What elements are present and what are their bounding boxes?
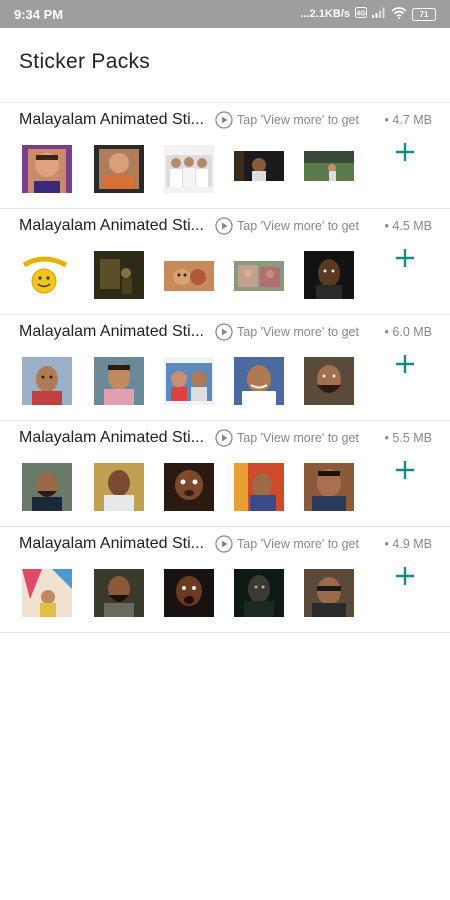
pack-size: • 4.5 MB [384,219,432,233]
pack-hint: Tap 'View more' to get [237,219,359,233]
plus-icon [396,249,414,267]
wifi-icon [391,6,407,22]
sticker-thumbnail[interactable] [234,261,284,291]
plus-icon [396,355,414,373]
sticker-thumbnail[interactable] [234,463,284,511]
sticker-thumbnail[interactable] [164,569,214,617]
plus-icon [396,461,414,479]
status-icons: ...2.1KB/s 4G 71 [300,6,436,22]
sticker-thumbnail[interactable] [22,463,72,511]
add-pack-button[interactable] [392,139,418,165]
add-pack-button[interactable] [392,457,418,483]
sticker-pack-row[interactable]: Malayalam Animated Sti... Tap 'View more… [0,209,450,315]
pack-hint: Tap 'View more' to get [237,325,359,339]
plus-icon [396,143,414,161]
play-circle-icon [215,323,233,341]
play-circle-icon [215,429,233,447]
sticker-thumbnail[interactable] [304,463,354,511]
sticker-pack-row[interactable]: Malayalam Animated Sti... Tap 'View more… [0,421,450,527]
sticker-thumbnail[interactable] [94,251,144,299]
sticker-thumbnail[interactable] [164,357,214,405]
pack-hint: Tap 'View more' to get [237,431,359,445]
network-speed: ...2.1KB/s [300,8,350,20]
status-bar: 9:34 PM ...2.1KB/s 4G 71 [0,0,450,28]
pack-size: • 4.9 MB [384,537,432,551]
data-saver-icon: 4G [355,7,367,21]
sticker-thumbnail[interactable] [22,251,72,299]
add-pack-button[interactable] [392,245,418,271]
pack-size: • 4.7 MB [384,113,432,127]
pack-hint: Tap 'View more' to get [237,537,359,551]
signal-icon [372,7,386,21]
sticker-pack-row[interactable]: Malayalam Animated Sti... Tap 'View more… [0,315,450,421]
sticker-thumbnail[interactable] [164,145,214,193]
sticker-thumbnail[interactable] [164,463,214,511]
sticker-pack-row[interactable]: Malayalam Animated Sti... Tap 'View more… [0,527,450,633]
sticker-thumbnail[interactable] [164,261,214,291]
play-circle-icon [215,535,233,553]
pack-name: Malayalam Animated Sti... [19,323,204,340]
sticker-thumbnail[interactable] [94,357,144,405]
sticker-thumbnail[interactable] [234,357,284,405]
sticker-pack-row[interactable]: Malayalam Animated Sti... Tap 'View more… [0,103,450,209]
plus-icon [396,567,414,585]
sticker-thumbnail[interactable] [234,569,284,617]
sticker-thumbnail[interactable] [22,569,72,617]
sticker-thumbnail[interactable] [22,145,72,193]
page-title: Sticker Packs [19,50,151,73]
play-circle-icon [215,217,233,235]
sticker-thumbnail[interactable] [94,463,144,511]
sticker-thumbnail[interactable] [304,357,354,405]
sticker-thumbnail[interactable] [234,151,284,181]
svg-text:4G: 4G [356,10,366,17]
sticker-thumbnail[interactable] [94,569,144,617]
pack-name: Malayalam Animated Sti... [19,217,204,234]
add-pack-button[interactable] [392,563,418,589]
pack-name: Malayalam Animated Sti... [19,429,204,446]
sticker-thumbnail[interactable] [304,251,354,299]
pack-hint: Tap 'View more' to get [237,113,359,127]
play-circle-icon [215,111,233,129]
battery-icon: 71 [412,7,436,21]
status-time: 9:34 PM [14,6,64,22]
add-pack-button[interactable] [392,351,418,377]
pack-size: • 6.0 MB [384,325,432,339]
pack-list: Malayalam Animated Sti... Tap 'View more… [0,102,450,633]
pack-name: Malayalam Animated Sti... [19,535,204,552]
sticker-thumbnail[interactable] [22,357,72,405]
sticker-thumbnail[interactable] [304,569,354,617]
pack-size: • 5.5 MB [384,431,432,445]
pack-name: Malayalam Animated Sti... [19,111,204,128]
sticker-thumbnail[interactable] [304,151,354,181]
sticker-thumbnail[interactable] [94,145,144,193]
